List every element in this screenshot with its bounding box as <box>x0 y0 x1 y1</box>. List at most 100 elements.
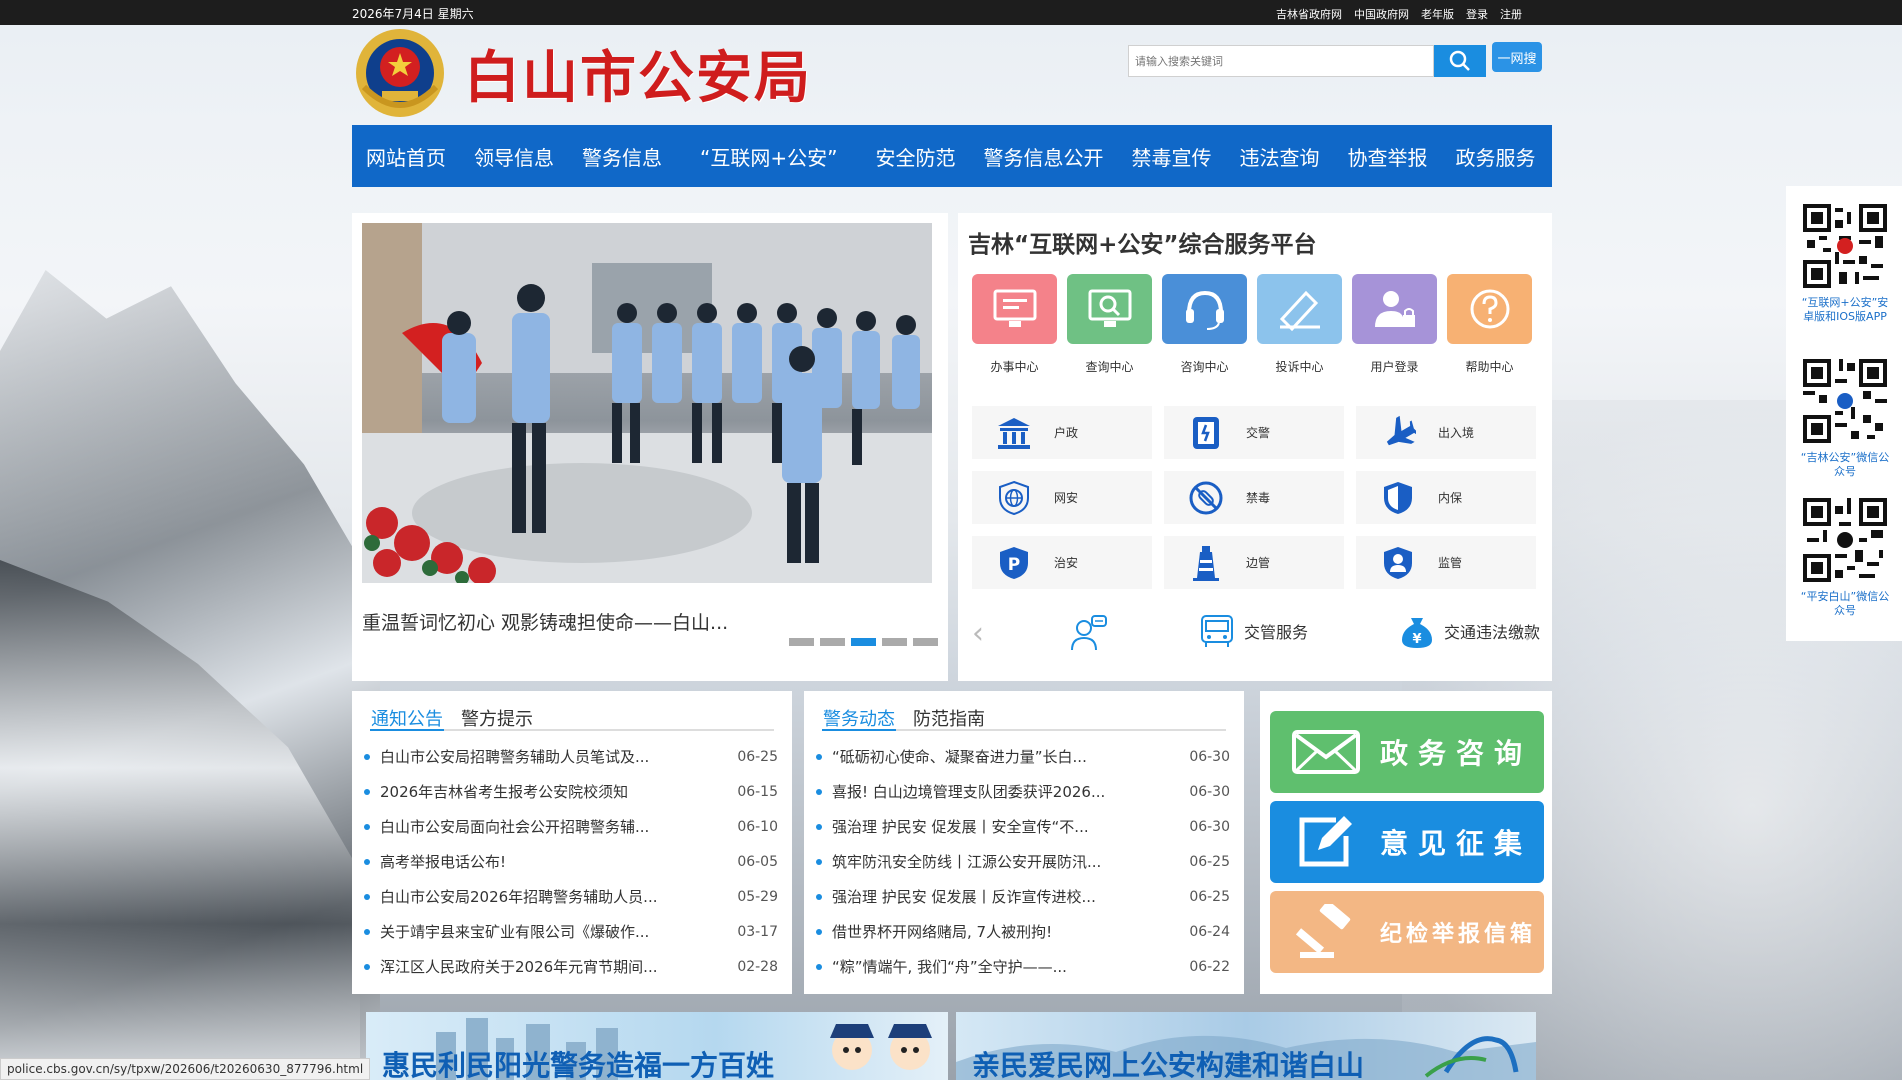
qr-baishan-wechat[interactable]: “平安白山”微信公众号 <box>1800 498 1890 618</box>
list-item[interactable]: 强治理 护民安 促发展丨反诈宣传进校... 06-25 <box>816 879 1230 914</box>
tab-police-news[interactable]: 警务动态 <box>822 705 896 731</box>
tab-prevention-guide[interactable]: 防范指南 <box>912 705 986 731</box>
list-item[interactable]: 白山市公安局面向社会公开招聘警务辅... 06-10 <box>364 809 778 844</box>
airplane-icon <box>1386 415 1416 445</box>
shield-icon <box>1384 481 1412 514</box>
carousel-next-icon[interactable]: › <box>1524 616 1536 651</box>
police-emblem-icon <box>356 29 444 117</box>
category-supervision[interactable]: 监管 <box>1356 536 1536 589</box>
current-date: 2026年7月4日 星期六 <box>352 7 474 21</box>
service-title: 吉林“互联网+公安”综合服务平台 <box>968 232 1317 258</box>
banner-sunshine-policing[interactable]: 惠民利民阳光警务造福一方百姓 <box>366 1012 948 1080</box>
police-cartoon-illustration <box>830 1024 932 1070</box>
opinion-collection-button[interactable]: 意见征集 <box>1270 801 1544 883</box>
category-anti-drug[interactable]: 禁毒 <box>1164 471 1344 524</box>
list-item[interactable]: 高考举报电话公布! 06-05 <box>364 844 778 879</box>
list-item[interactable]: 白山市公安局2026年招聘警务辅助人员... 05-29 <box>364 879 778 914</box>
link-elderly-version[interactable]: 老年版 <box>1421 6 1454 22</box>
category-internal-security[interactable]: 内保 <box>1356 471 1536 524</box>
list-item[interactable]: “粽”情端午, 我们“舟”全守护——... 06-22 <box>816 949 1230 984</box>
qr-code-icon <box>1802 498 1888 582</box>
carousel-prev-icon[interactable]: ‹ <box>972 616 984 651</box>
qr-code-icon <box>1802 359 1888 443</box>
list-item[interactable]: 关于靖宇县来宝矿业有限公司《爆破作... 03-17 <box>364 914 778 949</box>
question-icon <box>1470 289 1509 329</box>
link-china-gov[interactable]: 中国政府网 <box>1354 6 1409 22</box>
bus-icon <box>1201 615 1233 647</box>
slide-dot[interactable] <box>820 638 845 646</box>
nav-internet-police[interactable]: “互联网+公安” <box>676 142 861 171</box>
slide-dot[interactable] <box>789 638 814 646</box>
category-public-order[interactable]: P 治安 <box>972 536 1152 589</box>
category-household[interactable]: 户政 <box>972 406 1152 459</box>
search-input[interactable] <box>1128 45 1434 77</box>
category-border-control[interactable]: 边管 <box>1164 536 1344 589</box>
center-help[interactable]: 帮助中心 <box>1447 274 1532 375</box>
banner-online-police[interactable]: 亲民爱民网上公安构建和谐白山 <box>956 1012 1536 1080</box>
traffic-icon <box>1193 416 1219 449</box>
carousel-item-traffic-service[interactable]: 交管服务 <box>1198 612 1308 650</box>
monitor-icon <box>993 289 1036 327</box>
discipline-report-button[interactable]: 纪检举报信箱 <box>1270 891 1544 973</box>
list-item[interactable]: 浑江区人民政府关于2026年元宵节期间... 02-28 <box>364 949 778 984</box>
nav-anti-drug[interactable]: 禁毒宣传 <box>1117 142 1225 171</box>
center-user-login[interactable]: 用户登录 <box>1352 274 1437 375</box>
svg-text:P: P <box>1008 555 1020 575</box>
tab-police-tips[interactable]: 警方提示 <box>460 705 534 731</box>
center-consult[interactable]: 咨询中心 <box>1162 274 1247 375</box>
slide-dot-active[interactable] <box>851 638 876 646</box>
lighthouse-icon <box>1193 545 1219 581</box>
service-platform: 吉林“互联网+公安”综合服务平台 办事中心 查询中心 咨询中心 投诉中心 用户登… <box>958 213 1552 681</box>
no-drugs-icon <box>1189 481 1223 514</box>
mail-icon <box>1292 730 1360 774</box>
slide-image[interactable] <box>362 223 932 583</box>
notice-list: 白山市公安局招聘警务辅助人员笔试及... 06-25 2026年吉林省考生报考公安… <box>364 739 778 984</box>
link-jilin-gov[interactable]: 吉林省政府网 <box>1276 6 1342 22</box>
police-news-tabs: 警务动态 防范指南 <box>822 705 1226 731</box>
tab-notices[interactable]: 通知公告 <box>370 705 444 731</box>
nav-violation-query[interactable]: 违法查询 <box>1225 142 1333 171</box>
banner-text: 亲民爱民网上公安构建和谐白山 <box>972 1049 1365 1080</box>
list-item[interactable]: 白山市公安局招聘警务辅助人员笔试及... 06-25 <box>364 739 778 774</box>
top-links: 吉林省政府网 中国政府网 老年版 登录 注册 <box>1276 6 1522 22</box>
nav-report[interactable]: 协查举报 <box>1333 142 1441 171</box>
gavel-icon <box>1296 904 1351 958</box>
nav-home[interactable]: 网站首页 <box>352 142 460 171</box>
qr-jilin-wechat[interactable]: “吉林公安”微信公众号 <box>1800 359 1890 479</box>
category-traffic[interactable]: 交警 <box>1164 406 1344 459</box>
list-item[interactable]: 强治理 护民安 促发展丨安全宣传“不... 06-30 <box>816 809 1230 844</box>
qr-app[interactable]: “互联网+公安”安卓版和IOS版APP <box>1800 204 1890 324</box>
action-panel: 政务咨询 意见征集 纪检举报信箱 <box>1260 691 1552 994</box>
link-register[interactable]: 注册 <box>1500 6 1522 22</box>
search-button[interactable] <box>1434 45 1486 77</box>
gov-consult-button[interactable]: 政务咨询 <box>1270 711 1544 793</box>
center-complaint[interactable]: 投诉中心 <box>1257 274 1342 375</box>
list-item[interactable]: 筑牢防汛安全防线丨江源公安开展防汛... 06-25 <box>816 844 1230 879</box>
nav-info-disclosure[interactable]: 警务信息公开 <box>969 142 1117 171</box>
nav-police-info[interactable]: 警务信息 <box>568 142 676 171</box>
nav-gov-services[interactable]: 政务服务 <box>1441 142 1549 171</box>
center-query[interactable]: 查询中心 <box>1067 274 1152 375</box>
category-cyber-security[interactable]: 网安 <box>972 471 1152 524</box>
carousel-item-consult[interactable] <box>1068 612 1116 652</box>
svg-text:¥: ¥ <box>1412 632 1421 647</box>
link-login[interactable]: 登录 <box>1466 6 1488 22</box>
nav-safety[interactable]: 安全防范 <box>861 142 969 171</box>
slide-caption[interactable]: 重温誓词忆初心 观影铸魂担使命——白山... <box>362 608 728 635</box>
carousel-item-fine-payment[interactable]: ¥ 交通违法缴款 <box>1398 612 1540 650</box>
category-immigration[interactable]: 出入境 <box>1356 406 1536 459</box>
list-item[interactable]: 2026年吉林省考生报考公安院校须知 06-15 <box>364 774 778 809</box>
slide-dot[interactable] <box>913 638 938 646</box>
center-affairs[interactable]: 办事中心 <box>972 274 1057 375</box>
building-icon <box>998 417 1030 449</box>
list-item[interactable]: 喜报! 白山边境管理支队团委获评2026... 06-30 <box>816 774 1230 809</box>
notice-panel: 通知公告 警方提示 白山市公安局招聘警务辅助人员笔试及... 06-25 2026… <box>352 691 792 994</box>
news-slideshow: 重温誓词忆初心 观影铸魂担使命——白山... <box>352 213 948 681</box>
nav-leaders[interactable]: 领导信息 <box>460 142 568 171</box>
list-item[interactable]: 借世界杯开网络赌局, 7人被刑拘! 06-24 <box>816 914 1230 949</box>
qr-code-icon <box>1802 204 1888 288</box>
slide-dot[interactable] <box>882 638 907 646</box>
wangsou-button[interactable]: 一网搜 <box>1492 42 1542 72</box>
list-item[interactable]: “砥砺初心使命、凝聚奋进力量”长白... 06-30 <box>816 739 1230 774</box>
globe-shield-icon <box>999 480 1029 515</box>
